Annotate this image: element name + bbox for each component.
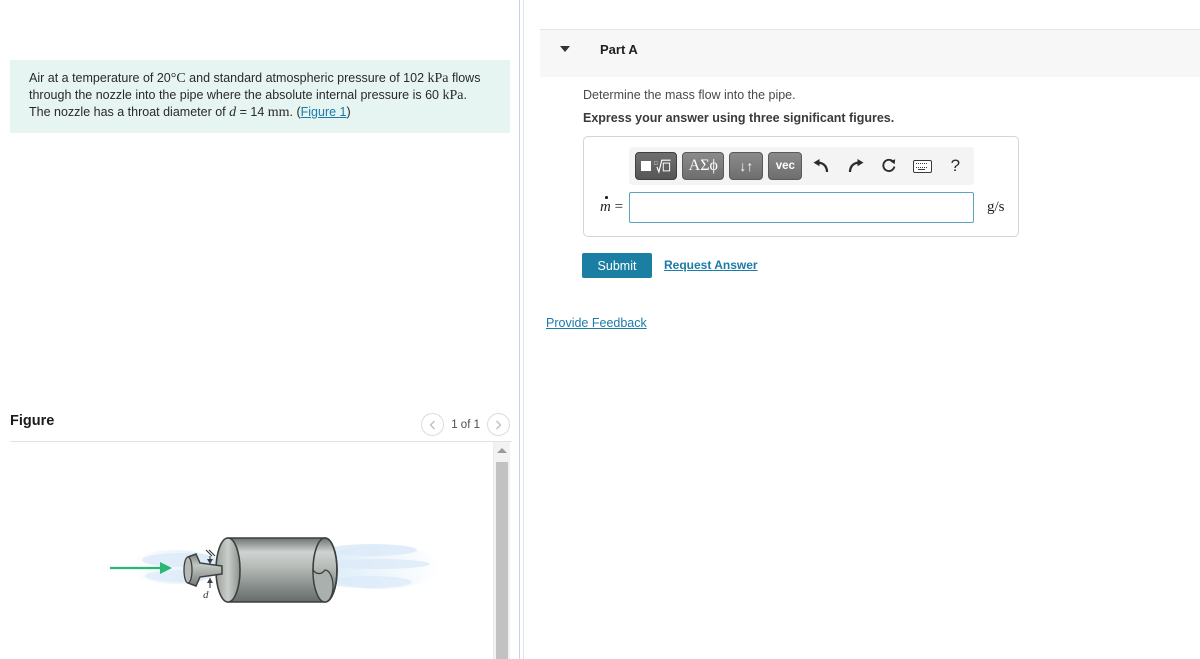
caret-down-icon[interactable] xyxy=(560,46,570,52)
problem-text-5: = 14 xyxy=(236,105,268,119)
nozzle-pipe-diagram: d xyxy=(110,537,440,603)
figure-pagination: 1 of 1 xyxy=(421,413,510,436)
chevron-left-icon xyxy=(429,420,436,429)
help-icon[interactable]: ? xyxy=(941,152,970,180)
figure-scroll-up-button[interactable] xyxy=(494,442,510,459)
problem-unit-kpa-2: kPa xyxy=(442,88,464,103)
svg-text:□: □ xyxy=(654,161,658,167)
figure-scrollbar[interactable] xyxy=(493,442,510,659)
greek-letters-icon[interactable]: ΑΣϕ xyxy=(682,152,725,180)
figure-header: Figure 1 of 1 xyxy=(0,408,512,442)
problem-unit-mm: mm xyxy=(267,105,290,120)
problem-text-2: and standard atmospheric pressure of 102 xyxy=(185,71,428,85)
figure-canvas: d xyxy=(0,442,493,659)
pane-divider xyxy=(519,0,520,659)
answer-entry-box: □ ΑΣϕ ↓↑ vec ? m = g/s xyxy=(583,136,1019,237)
figure-title: Figure xyxy=(10,413,55,429)
arrows-updown-icon[interactable]: ↓↑ xyxy=(729,152,764,180)
problem-text-7: ) xyxy=(346,105,351,119)
chevron-right-icon xyxy=(496,420,502,429)
page-root: Air at a temperature of 20°C and standar… xyxy=(0,0,1200,659)
reset-circular-arrow-glyph xyxy=(882,158,896,172)
figure-1-link[interactable]: Figure 1 xyxy=(301,105,347,119)
question-instruction: Express your answer using three signific… xyxy=(583,111,895,125)
diagram-label-d: d xyxy=(203,589,209,601)
answer-input[interactable] xyxy=(629,192,974,223)
problem-text-1: Air at a temperature of 20 xyxy=(29,71,171,85)
problem-text-6: . ( xyxy=(289,105,301,119)
mass-flow-symbol: m xyxy=(600,199,611,215)
part-a-title: Part A xyxy=(600,42,638,57)
square-root-template-icon[interactable]: □ xyxy=(635,152,678,180)
figure-count-label: 1 of 1 xyxy=(451,418,480,431)
part-a-header[interactable]: Part A xyxy=(540,29,1200,77)
outlet-spray xyxy=(320,544,440,589)
nth-root-glyph: □ xyxy=(654,159,671,174)
problem-unit-degc: °C xyxy=(170,71,186,86)
reset-icon[interactable] xyxy=(874,152,903,180)
equals-sign: = xyxy=(610,199,624,215)
keyboard-icon[interactable] xyxy=(907,152,936,180)
undo-arrow-glyph xyxy=(813,158,829,172)
question-prompt: Determine the mass flow into the pipe. xyxy=(583,88,796,102)
figure-prev-button[interactable] xyxy=(421,413,445,436)
redo-arrow-glyph xyxy=(848,158,864,172)
answer-variable-label: m = xyxy=(600,199,623,216)
vector-icon[interactable]: vec xyxy=(768,152,803,180)
provide-feedback-link[interactable]: Provide Feedback xyxy=(546,316,647,330)
figure-scrollbar-thumb[interactable] xyxy=(496,462,508,659)
template-square-glyph xyxy=(641,161,651,171)
request-answer-link[interactable]: Request Answer xyxy=(664,258,758,272)
math-toolbar: □ ΑΣϕ ↓↑ vec ? xyxy=(629,147,974,185)
answer-pane: Part A Determine the mass flow into the … xyxy=(524,0,1200,659)
submit-button[interactable]: Submit xyxy=(582,253,652,278)
keyboard-glyph xyxy=(912,159,932,173)
problem-unit-kpa-1: kPa xyxy=(427,71,449,86)
undo-icon[interactable] xyxy=(807,152,836,180)
pipe-body xyxy=(215,537,338,603)
problem-statement: Air at a temperature of 20°C and standar… xyxy=(10,60,510,133)
redo-icon[interactable] xyxy=(841,152,870,180)
figure-next-button[interactable] xyxy=(487,413,510,436)
answer-units-label: g/s xyxy=(987,199,1005,215)
problem-pane: Air at a temperature of 20°C and standar… xyxy=(0,0,519,659)
triangle-up-icon xyxy=(497,448,507,453)
